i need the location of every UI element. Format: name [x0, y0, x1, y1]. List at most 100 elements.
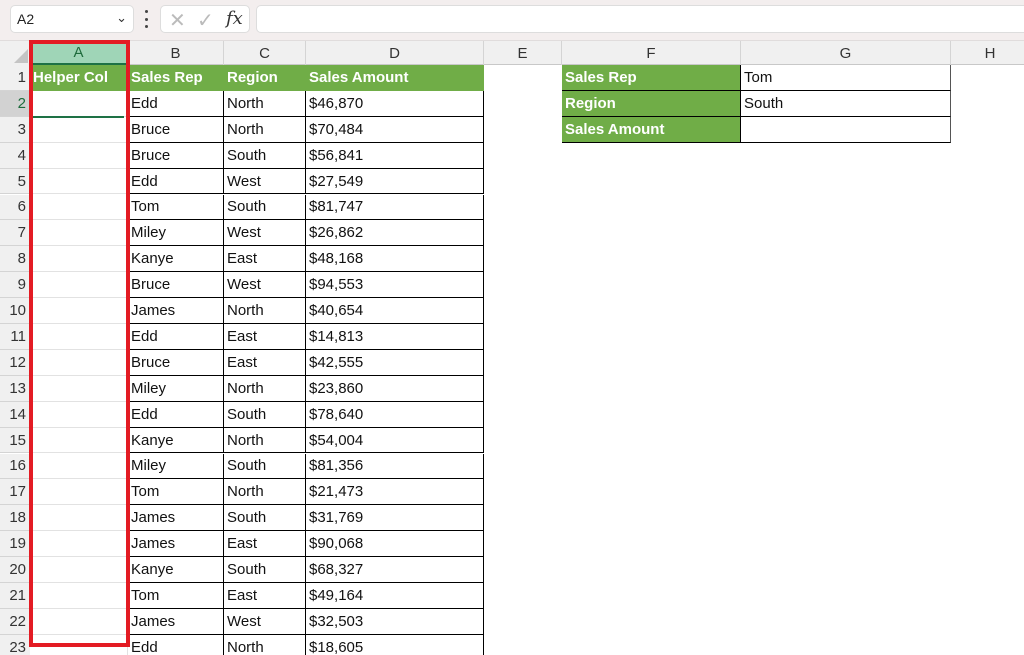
row-header-20[interactable]: 20	[0, 557, 30, 583]
helper-cell[interactable]	[30, 557, 128, 583]
sales-rep-cell[interactable]: Edd	[128, 324, 224, 350]
sales-amount-header[interactable]: Sales Amount	[306, 65, 484, 91]
row-header-21[interactable]: 21	[0, 583, 30, 609]
sales-amount-cell[interactable]: $40,654	[306, 298, 484, 324]
helper-cell[interactable]	[30, 168, 128, 195]
sales-amount-cell[interactable]: $56,841	[306, 142, 484, 169]
row-header-3[interactable]: 3	[0, 116, 30, 143]
sales-amount-cell[interactable]: $90,068	[306, 531, 484, 558]
check-icon[interactable]: ✓	[197, 8, 214, 33]
row-header-4[interactable]: 4	[0, 142, 30, 169]
helper-cell[interactable]	[30, 116, 128, 143]
sales-rep-cell[interactable]: Bruce	[128, 349, 224, 376]
helper-cell[interactable]	[30, 401, 128, 428]
sales-amount-cell[interactable]: $54,004	[306, 427, 484, 454]
region-cell[interactable]: South	[224, 401, 306, 428]
region-cell[interactable]: South	[224, 453, 306, 480]
column-header-b[interactable]: B	[128, 41, 224, 65]
sales-amount-cell[interactable]: $23,860	[306, 375, 484, 402]
region-cell[interactable]: West	[224, 168, 306, 195]
sales-amount-cell[interactable]: $81,356	[306, 453, 484, 480]
sales-rep-cell[interactable]: James	[128, 608, 224, 635]
region-cell[interactable]: South	[224, 194, 306, 221]
row-header-15[interactable]: 15	[0, 427, 30, 454]
sales-amount-cell[interactable]: $14,813	[306, 324, 484, 350]
helper-cell[interactable]	[30, 634, 128, 655]
helper-cell[interactable]	[30, 90, 128, 117]
sales-amount-cell[interactable]: $78,640	[306, 401, 484, 428]
column-header-e[interactable]: E	[484, 41, 562, 65]
region-cell[interactable]: North	[224, 90, 306, 117]
row-header-16[interactable]: 16	[0, 453, 30, 480]
sales-rep-cell[interactable]: Tom	[128, 194, 224, 221]
sales-rep-cell[interactable]: Edd	[128, 90, 224, 117]
region-cell[interactable]: East	[224, 349, 306, 376]
region-header[interactable]: Region	[224, 65, 306, 91]
sales-amount-cell[interactable]: $31,769	[306, 505, 484, 532]
row-header-2[interactable]: 2	[0, 90, 30, 117]
column-header-f[interactable]: F	[562, 41, 741, 65]
row-header-12[interactable]: 12	[0, 349, 30, 376]
sales-amount-cell[interactable]: $18,605	[306, 634, 484, 655]
name-box[interactable]: A2 ⌄	[10, 5, 134, 33]
region-cell[interactable]: North	[224, 427, 306, 454]
sales-rep-cell[interactable]: Kanye	[128, 557, 224, 583]
sales-amount-cell[interactable]: $68,327	[306, 557, 484, 583]
sales-amount-cell[interactable]: $32,503	[306, 608, 484, 635]
row-header-7[interactable]: 7	[0, 220, 30, 247]
row-header-9[interactable]: 9	[0, 272, 30, 299]
helper-cell[interactable]	[30, 608, 128, 635]
sales-amount-cell[interactable]: $49,164	[306, 583, 484, 609]
row-header-11[interactable]: 11	[0, 324, 30, 350]
sales-rep-cell[interactable]: Miley	[128, 453, 224, 480]
region-cell[interactable]: North	[224, 634, 306, 655]
sales-rep-cell[interactable]: Tom	[128, 479, 224, 506]
sales-rep-cell[interactable]: James	[128, 298, 224, 324]
row-header-1[interactable]: 1	[0, 65, 30, 91]
sales-amount-cell[interactable]: $81,747	[306, 194, 484, 221]
sales-rep-cell[interactable]: Miley	[128, 220, 224, 247]
insert-function-button[interactable]: fx	[226, 8, 243, 29]
helper-col-header[interactable]: Helper Col	[30, 65, 128, 91]
sales-amount-cell[interactable]: $94,553	[306, 272, 484, 299]
helper-cell[interactable]	[30, 479, 128, 506]
sales-rep-cell[interactable]: James	[128, 531, 224, 558]
column-header-h[interactable]: H	[951, 41, 1024, 65]
sales-rep-cell[interactable]: Kanye	[128, 246, 224, 273]
region-cell[interactable]: East	[224, 583, 306, 609]
helper-cell[interactable]	[30, 583, 128, 609]
row-header-17[interactable]: 17	[0, 479, 30, 506]
row-header-14[interactable]: 14	[0, 401, 30, 428]
region-cell[interactable]: North	[224, 375, 306, 402]
row-header-10[interactable]: 10	[0, 298, 30, 324]
region-cell[interactable]: South	[224, 142, 306, 169]
region-cell[interactable]: East	[224, 246, 306, 273]
row-header-13[interactable]: 13	[0, 375, 30, 402]
lookup-value-sales-amount[interactable]	[741, 116, 951, 143]
sales-amount-cell[interactable]: $70,484	[306, 116, 484, 143]
region-cell[interactable]: West	[224, 220, 306, 247]
sales-rep-cell[interactable]: Edd	[128, 401, 224, 428]
sales-amount-cell[interactable]: $46,870	[306, 90, 484, 117]
helper-cell[interactable]	[30, 427, 128, 454]
sales-rep-cell[interactable]: Edd	[128, 634, 224, 655]
sales-amount-cell[interactable]: $26,862	[306, 220, 484, 247]
region-cell[interactable]: South	[224, 505, 306, 532]
lookup-label-region[interactable]: Region	[562, 90, 741, 117]
lookup-label-sales-rep[interactable]: Sales Rep	[562, 65, 741, 91]
select-all-button[interactable]	[0, 41, 30, 65]
sales-rep-cell[interactable]: Edd	[128, 168, 224, 195]
formula-input[interactable]	[256, 5, 1024, 33]
more-options-icon[interactable]	[143, 10, 149, 28]
region-cell[interactable]: West	[224, 608, 306, 635]
lookup-value-region[interactable]: South	[741, 90, 951, 117]
helper-cell[interactable]	[30, 324, 128, 350]
lookup-value-sales-rep[interactable]: Tom	[741, 65, 951, 91]
helper-cell[interactable]	[30, 298, 128, 324]
row-header-5[interactable]: 5	[0, 168, 30, 195]
helper-cell[interactable]	[30, 453, 128, 480]
region-cell[interactable]: North	[224, 116, 306, 143]
helper-cell[interactable]	[30, 531, 128, 558]
column-header-c[interactable]: C	[224, 41, 306, 65]
row-header-19[interactable]: 19	[0, 531, 30, 558]
